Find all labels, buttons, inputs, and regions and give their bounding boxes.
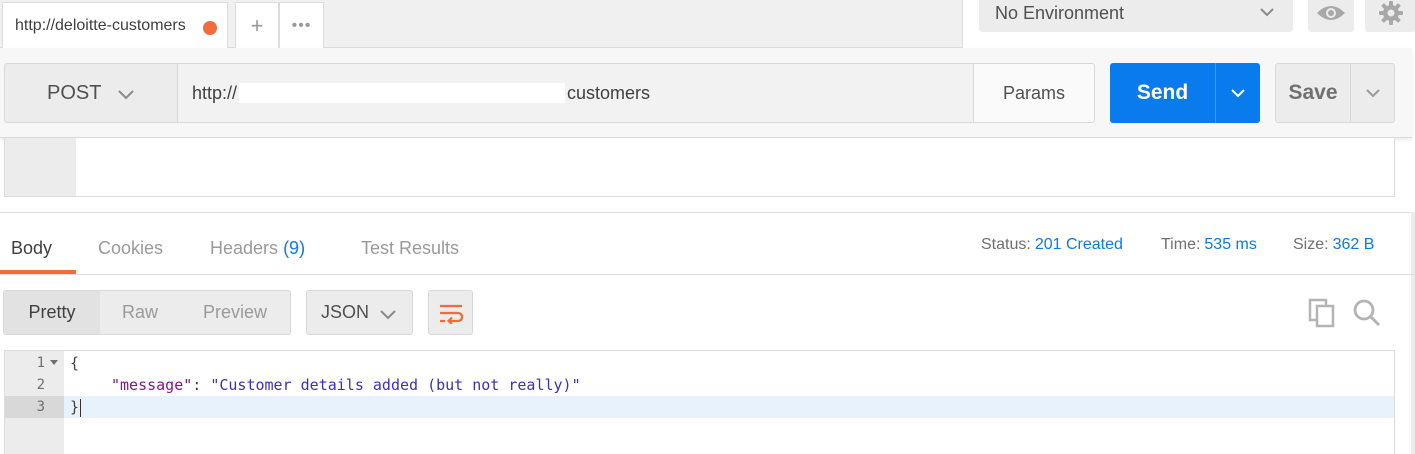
size-label: Size: [1293,236,1329,253]
chevron-down-icon [1260,8,1274,17]
eye-icon [1317,6,1345,20]
method-select[interactable]: POST [4,63,178,123]
view-mode-group: Pretty Raw Preview [3,290,291,335]
request-editor-gutter [5,138,76,196]
tab-test-results[interactable]: Test Results [361,238,459,259]
chevron-down-icon [1231,89,1245,98]
active-tab-indicator [0,270,76,274]
response-time: Time: 535 ms [1161,236,1257,254]
response-body-editor[interactable]: 1 { 2 "message": "Customer details added… [4,350,1395,454]
pretty-button[interactable]: Pretty [4,291,100,334]
tab-headers[interactable]: Headers (9) [210,238,305,259]
fold-arrow-icon[interactable] [50,360,58,365]
time-value[interactable]: 535 ms [1204,236,1256,253]
json-key: "message" [111,376,193,394]
response-status: Status: 201 Created [981,236,1123,254]
status-value[interactable]: 201 Created [1035,236,1123,253]
params-button[interactable]: Params [973,63,1095,123]
request-tab[interactable]: http://deloitte-customers [2,2,228,48]
format-select[interactable]: JSON [306,290,413,335]
params-label: Params [1002,82,1065,103]
environment-area: No Environment [962,0,1415,48]
url-suffix: customers [567,82,651,103]
close-brace-wrap: } [70,396,82,418]
environment-quick-look-button[interactable] [1308,0,1354,32]
copy-icon [1308,298,1335,328]
send-label: Send [1136,81,1189,104]
close-brace: } [70,398,80,416]
environment-select[interactable]: No Environment [979,0,1293,32]
chevron-down-icon [380,310,396,320]
copy-button[interactable] [1305,296,1339,330]
request-body-editor[interactable] [4,138,1395,197]
url-input[interactable]: http:// customers [178,63,974,123]
manage-environments-button[interactable] [1365,0,1415,32]
format-label: JSON [321,302,370,322]
save-button[interactable]: Save [1275,63,1351,123]
search-button[interactable] [1350,296,1384,330]
save-options-button[interactable] [1350,63,1395,123]
url-prefix: http:// [192,82,238,103]
tab-headers-label: Headers [210,238,279,258]
chevron-down-icon [118,90,134,100]
code-line-active: 3 } [5,396,1394,418]
plus-icon: + [250,12,264,38]
tab-cookies[interactable]: Cookies [98,238,163,259]
line-number: 1 [36,355,45,371]
more-icon: ••• [291,16,312,34]
size-value[interactable]: 362 B [1333,236,1375,253]
line-number: 3 [36,399,45,415]
response-tabs: Body Cookies Headers (9) Test Results St… [0,228,1415,275]
preview-button[interactable]: Preview [180,291,290,334]
code-line: 2 "message": "Customer details added (bu… [5,374,1394,396]
search-icon [1353,299,1381,327]
status-label: Status: [981,236,1031,253]
response-size: Size: 362 B [1293,236,1374,254]
json-colon: : [192,376,211,394]
headers-count-badge: (9) [283,238,306,258]
pane-divider[interactable] [0,212,1415,213]
raw-button[interactable]: Raw [100,291,180,334]
request-tab-label: http://deloitte-customers [15,16,185,34]
tab-body[interactable]: Body [11,238,52,259]
environment-label: No Environment [995,2,1125,23]
url-redaction [239,83,566,103]
gear-icon [1378,1,1403,25]
new-tab-button[interactable]: + [235,2,279,48]
json-value: "Customer details added (but not really)… [210,376,581,394]
chevron-down-icon [1365,89,1380,98]
open-brace: { [70,354,80,372]
code-content: "message": "Customer details added (but … [111,374,581,396]
text-cursor [80,398,82,417]
wrap-lines-icon [439,304,463,324]
send-options-button[interactable] [1215,63,1260,123]
request-bar: POST http:// customers Params Send Save [0,48,1412,138]
method-label: POST [47,81,102,104]
time-label: Time: [1161,236,1201,253]
code-line: 1 { [5,352,1394,374]
line-number: 2 [36,377,45,393]
unsaved-indicator [203,21,217,35]
send-button[interactable]: Send [1110,63,1215,123]
wrap-lines-button[interactable] [428,290,473,335]
save-label: Save [1288,81,1338,104]
tab-bar: http://deloitte-customers + ••• No Envir… [0,0,1415,48]
more-tabs-button[interactable]: ••• [279,2,324,48]
